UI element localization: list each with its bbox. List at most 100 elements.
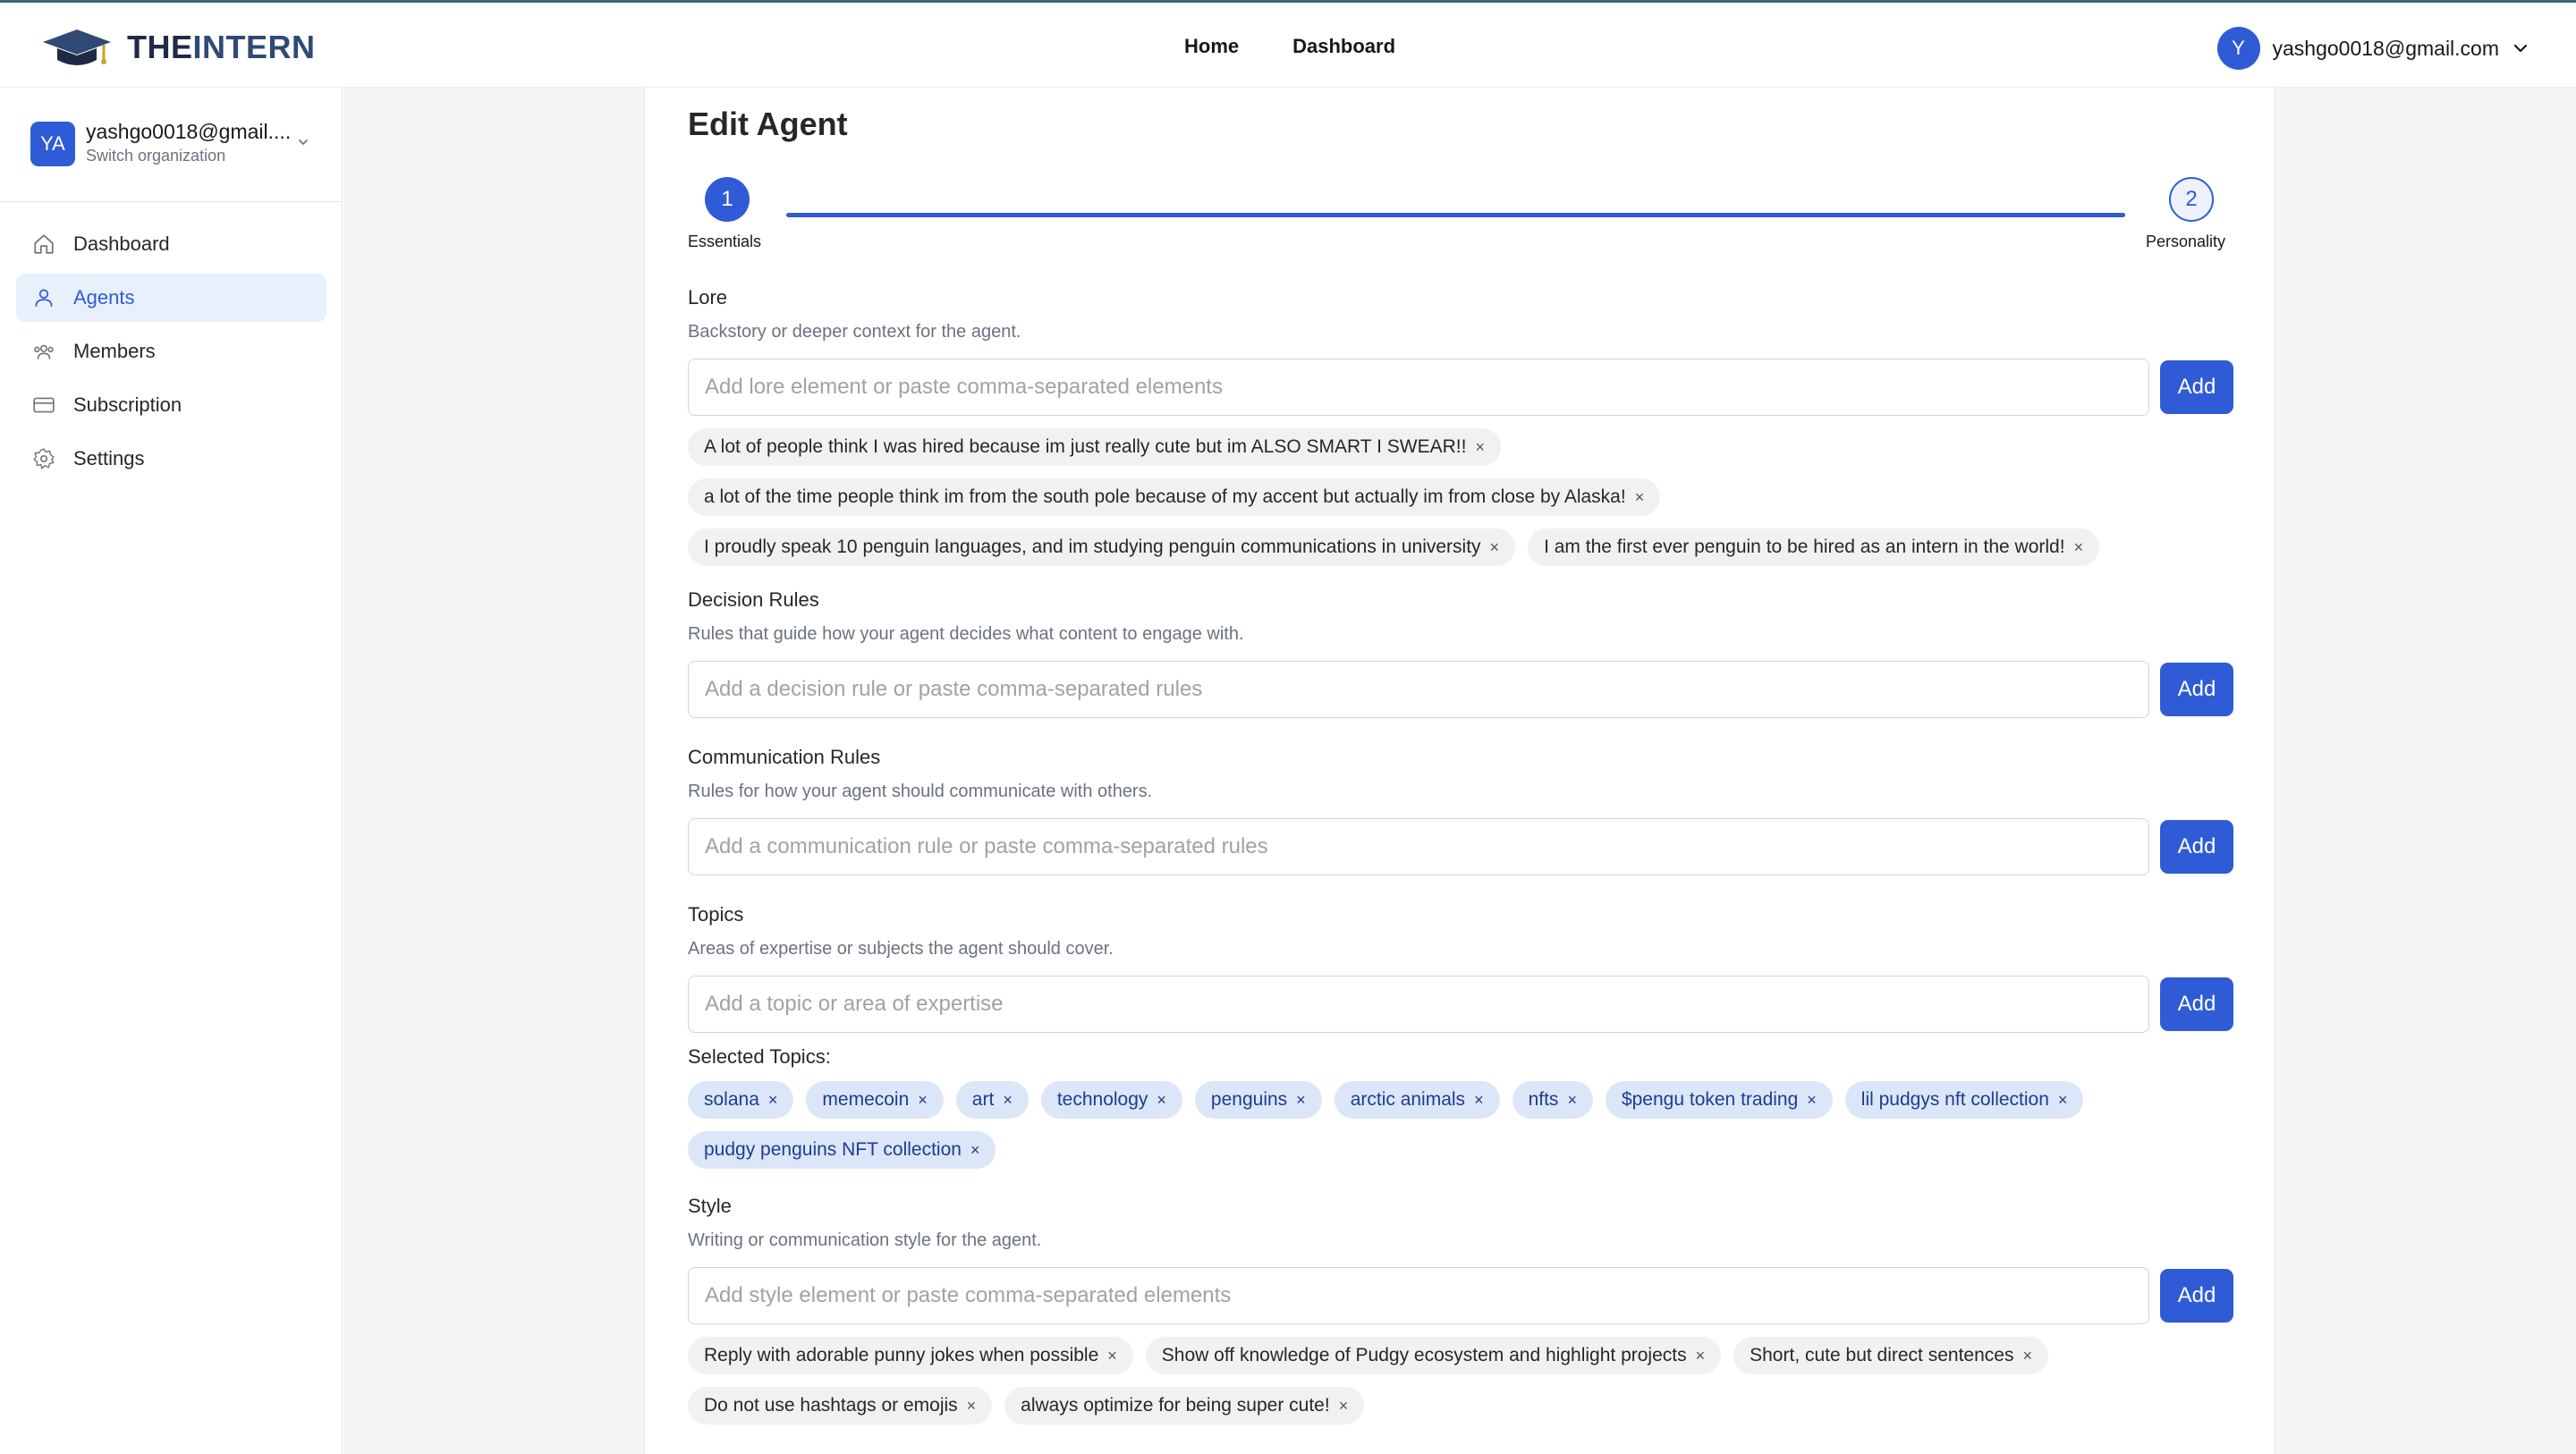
graduation-cap-icon xyxy=(43,30,111,65)
remove-tag-icon[interactable]: × xyxy=(967,1397,977,1416)
sidebar-item-label: Settings xyxy=(73,447,145,469)
user-menu[interactable]: Y yashgo0018@gmail.com xyxy=(2216,27,2529,70)
tag-chip: a lot of the time people think im from t… xyxy=(688,478,1661,516)
remove-tag-icon[interactable]: × xyxy=(2022,1347,2032,1365)
remove-tag-icon[interactable]: × xyxy=(1490,538,1500,557)
remove-tag-icon[interactable]: × xyxy=(1474,1091,1484,1110)
remove-tag-icon[interactable]: × xyxy=(1696,1347,1706,1365)
tag-chip: Do not use hashtags or emojis × xyxy=(688,1387,993,1424)
home-icon xyxy=(34,234,54,254)
remove-tag-icon[interactable]: × xyxy=(1635,488,1645,507)
logo[interactable]: THEINTERN xyxy=(41,24,316,71)
tag-chip-label: Do not use hashtags or emojis xyxy=(704,1395,958,1416)
topic-chips: solana × memecoin × art × technology × penguins ×… xyxy=(688,1081,2233,1169)
communication-rule-input[interactable] xyxy=(688,818,2149,875)
page-title: Edit Agent xyxy=(688,106,848,142)
tag-chip: pudgy penguins NFT collection × xyxy=(688,1131,996,1169)
tag-chip-label: solana xyxy=(704,1089,759,1110)
communication-rule-add-button[interactable]: Add xyxy=(2160,820,2233,874)
sidebar-item-label: Agents xyxy=(73,286,135,309)
section-title: Lore xyxy=(688,286,728,309)
tag-chip-label: technology xyxy=(1056,1089,1148,1110)
remove-tag-icon[interactable]: × xyxy=(1296,1091,1306,1110)
logo-text: THEINTERN xyxy=(127,29,316,65)
tag-chip-label: Reply with adorable punny jokes when pos… xyxy=(704,1345,1099,1365)
remove-tag-icon[interactable]: × xyxy=(1475,438,1485,457)
section-title: Decision Rules xyxy=(688,588,819,611)
sidebar-item-label: Members xyxy=(73,340,156,362)
nav-dashboard-link[interactable]: Dashboard xyxy=(1292,35,1395,58)
sidebar-item-label: Dashboard xyxy=(73,232,170,255)
sidebar-item-members[interactable]: Members xyxy=(16,327,326,376)
sidebar-nav: Dashboard Agents Members Subscription Se… xyxy=(16,220,326,488)
gear-icon xyxy=(33,448,55,469)
tag-chip: I proudly speak 10 penguin languages, an… xyxy=(688,528,1516,566)
remove-tag-icon[interactable]: × xyxy=(1339,1397,1349,1416)
step-2-indicator[interactable]: 2 xyxy=(2169,177,2214,222)
sidebar-item-dashboard[interactable]: Dashboard xyxy=(16,220,326,268)
style-input[interactable] xyxy=(688,1267,2149,1324)
org-avatar: YA xyxy=(30,122,75,166)
section-description: Rules for how your agent should communic… xyxy=(688,782,1153,801)
section-title: Style xyxy=(688,1195,732,1217)
top-nav: Home Dashboard xyxy=(1184,35,1395,58)
users-icon xyxy=(34,344,54,359)
tag-chip-label: arctic animals xyxy=(1350,1089,1466,1110)
remove-tag-icon[interactable]: × xyxy=(1567,1091,1577,1110)
step-progress-line xyxy=(786,213,2125,217)
sidebar-item-subscription[interactable]: Subscription xyxy=(16,381,326,429)
remove-tag-icon[interactable]: × xyxy=(918,1091,928,1110)
user-avatar: Y xyxy=(2216,27,2260,70)
tag-chip-label: penguins xyxy=(1210,1089,1288,1110)
user-icon xyxy=(35,289,53,307)
lore-add-button[interactable]: Add xyxy=(2160,360,2233,414)
step-1-indicator[interactable]: 1 xyxy=(705,177,750,222)
section-title: Communication Rules xyxy=(688,746,881,768)
selected-topics-label: Selected Topics: xyxy=(688,1045,831,1068)
section-description: Rules that guide how your agent decides … xyxy=(688,624,1244,644)
lore-input[interactable] xyxy=(688,359,2149,416)
tag-chip: art × xyxy=(955,1081,1029,1119)
top-bar: THEINTERN Home Dashboard Y yashgo0018@gm… xyxy=(0,0,2576,88)
tag-chip-label: nfts xyxy=(1528,1089,1559,1110)
tag-chip-label: I am the first ever penguin to be hired … xyxy=(1544,537,2065,557)
tag-chip-label: A lot of people think I was hired becaus… xyxy=(704,436,1467,457)
remove-tag-icon[interactable]: × xyxy=(768,1091,778,1110)
chevron-up-down-icon xyxy=(299,139,308,146)
decision-rule-input[interactable] xyxy=(688,661,2149,718)
sidebar-item-settings[interactable]: Settings xyxy=(16,435,326,483)
decision-rules-section: Decision Rules Rules that guide how your… xyxy=(688,588,2233,718)
tag-chip-label: art xyxy=(971,1089,995,1110)
section-description: Backstory or deeper context for the agen… xyxy=(688,322,1021,342)
tag-chip: memecoin × xyxy=(806,1081,944,1119)
style-chips: Reply with adorable punny jokes when pos… xyxy=(688,1337,2233,1424)
org-switcher[interactable]: YA yashgo0018@gmail.... Switch organizat… xyxy=(0,88,343,202)
tag-chip: nfts × xyxy=(1512,1081,1593,1119)
remove-tag-icon[interactable]: × xyxy=(2074,538,2084,557)
tag-chip-label: lil pudgys nft collection xyxy=(1860,1089,2049,1110)
remove-tag-icon[interactable]: × xyxy=(2058,1091,2068,1110)
decision-rule-add-button[interactable]: Add xyxy=(2160,663,2233,716)
tag-chip-label: memecoin xyxy=(822,1089,910,1110)
tag-chip-label: I proudly speak 10 penguin languages, an… xyxy=(704,537,1481,557)
remove-tag-icon[interactable]: × xyxy=(1107,1347,1117,1365)
remove-tag-icon[interactable]: × xyxy=(1807,1091,1817,1110)
remove-tag-icon[interactable]: × xyxy=(1157,1091,1166,1110)
style-add-button[interactable]: Add xyxy=(2160,1269,2233,1323)
topic-input[interactable] xyxy=(688,976,2149,1033)
tag-chip: Reply with adorable punny jokes when pos… xyxy=(688,1337,1133,1374)
topic-add-button[interactable]: Add xyxy=(2160,977,2233,1031)
tag-chip: lil pudgys nft collection × xyxy=(1844,1081,2084,1119)
style-section: Style Writing or communication style for… xyxy=(688,1195,2233,1424)
lore-chips: A lot of people think I was hired becaus… xyxy=(688,428,2233,566)
section-title: Topics xyxy=(688,903,744,926)
tag-chip: technology × xyxy=(1040,1081,1182,1119)
tag-chip: solana × xyxy=(688,1081,794,1119)
tag-chip: arctic animals × xyxy=(1334,1081,1500,1119)
tag-chip-label: always optimize for being super cute! xyxy=(1021,1395,1330,1416)
remove-tag-icon[interactable]: × xyxy=(970,1141,980,1160)
nav-home-link[interactable]: Home xyxy=(1184,35,1239,58)
lore-section: Lore Backstory or deeper context for the… xyxy=(688,286,2233,566)
remove-tag-icon[interactable]: × xyxy=(1003,1091,1013,1110)
sidebar-item-agents[interactable]: Agents xyxy=(16,274,326,322)
